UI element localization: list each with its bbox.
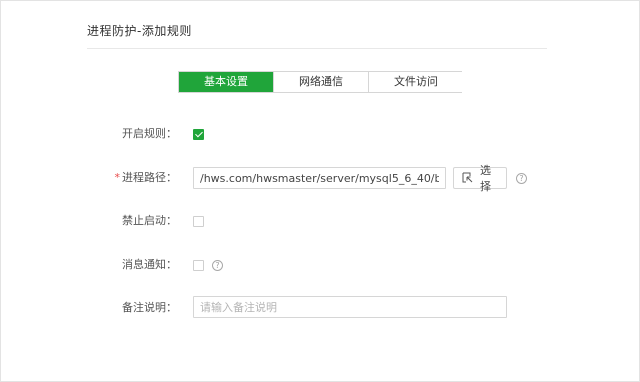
tab-network-communication[interactable]: 网络通信 (273, 72, 368, 92)
forbid-start-checkbox[interactable] (193, 216, 204, 227)
select-button-label: 选择 (480, 164, 491, 193)
page-title: 进程防护-添加规则 (87, 24, 192, 38)
notification-label: 消息通知： (122, 258, 177, 271)
enable-rule-checkbox[interactable] (193, 129, 204, 140)
enable-rule-label: 开启规则： (122, 127, 177, 140)
forbid-start-label: 禁止启动： (122, 214, 177, 227)
required-mark: * (114, 171, 121, 184)
process-path-label-wrap: * 进程路径： (87, 171, 178, 185)
select-path-button[interactable]: 选择 (453, 164, 507, 193)
question-circle-icon[interactable]: ? (516, 173, 527, 184)
tab-file-access[interactable]: 文件访问 (368, 72, 463, 92)
dialog-panel: 进程防护-添加规则 基本设置 网络通信 文件访问 开启规则： *进程路径： 选择… (0, 0, 640, 382)
tab-basic-settings[interactable]: 基本设置 (179, 72, 273, 92)
remark-input[interactable] (193, 296, 507, 318)
question-circle-icon[interactable]: ? (212, 260, 223, 271)
process-path-input[interactable] (193, 167, 446, 189)
notification-checkbox[interactable] (193, 260, 204, 271)
tab-bar: 基本设置 网络通信 文件访问 (178, 71, 463, 93)
remark-label: 备注说明： (122, 301, 177, 314)
title-divider (87, 48, 547, 49)
process-path-label: 进程路径： (122, 171, 177, 184)
folder-select-icon (462, 172, 474, 184)
